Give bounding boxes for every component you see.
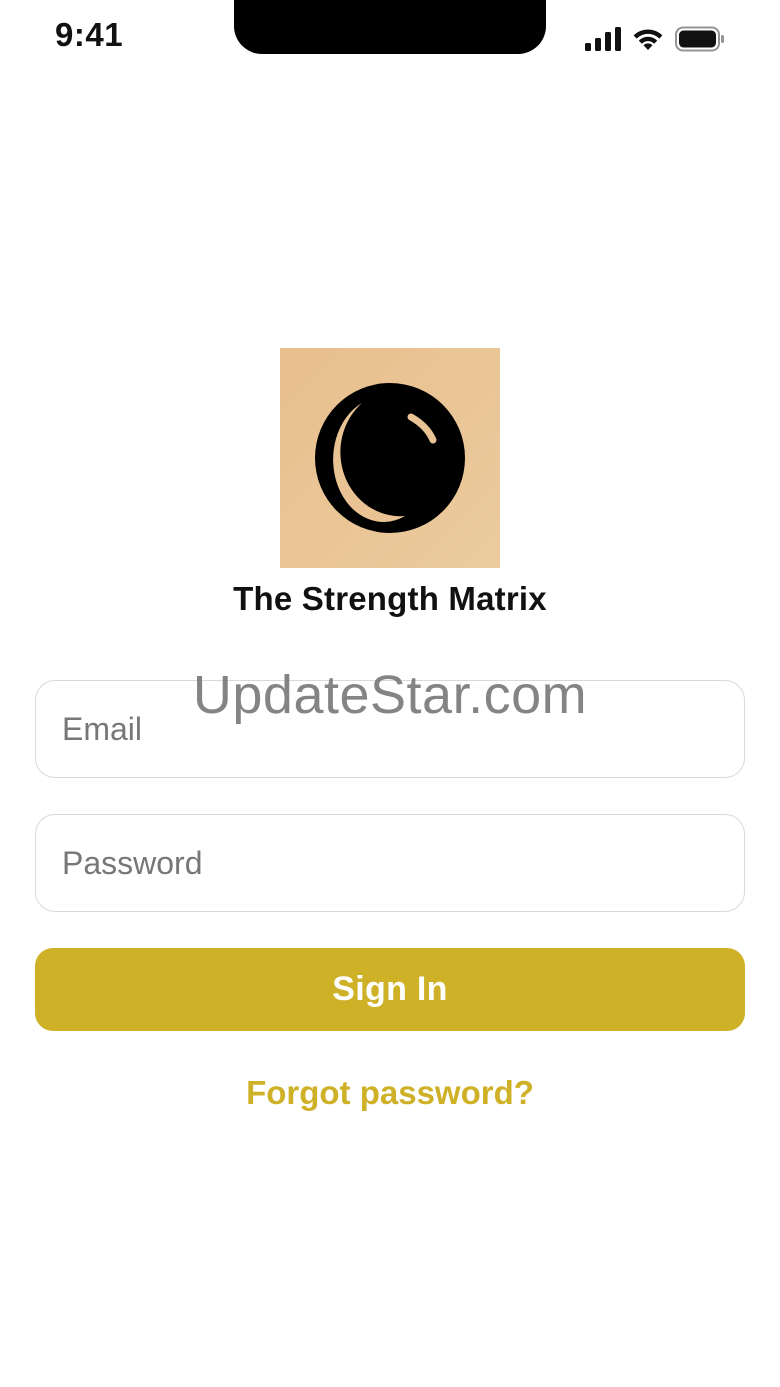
- device-notch: [234, 0, 546, 54]
- status-icons: [585, 24, 725, 54]
- app-logo: [280, 348, 500, 568]
- status-time: 9:41: [55, 16, 124, 53]
- battery-icon: [675, 26, 725, 52]
- sign-in-button[interactable]: Sign In: [35, 948, 745, 1031]
- email-field[interactable]: [35, 680, 745, 778]
- email-input[interactable]: [36, 681, 744, 777]
- moon-sphere-icon: [280, 348, 500, 568]
- password-input[interactable]: [36, 815, 744, 911]
- app-title: The Strength Matrix: [233, 580, 547, 617]
- cellular-signal-icon: [585, 27, 621, 51]
- wifi-icon: [631, 26, 665, 52]
- status-bar: 9:41: [0, 0, 780, 80]
- password-field[interactable]: [35, 814, 745, 912]
- forgot-password-link[interactable]: Forgot password?: [0, 1074, 780, 1112]
